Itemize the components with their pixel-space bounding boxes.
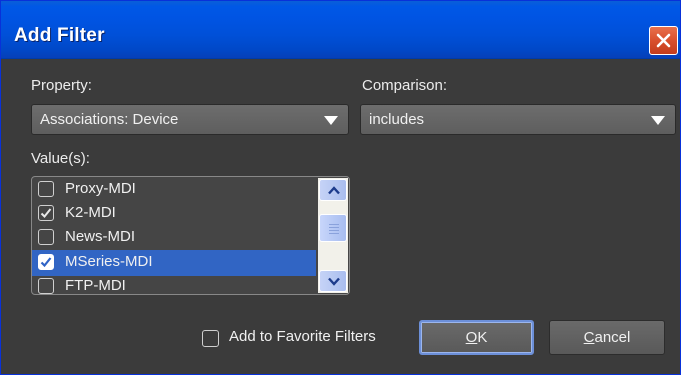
cancel-button[interactable]: Cancel (549, 320, 665, 355)
ok-mnemonic: O (465, 329, 478, 346)
comparison-label: Comparison: (362, 77, 448, 94)
add-filter-dialog: Add Filter Property: Associations: Devic… (0, 0, 681, 375)
scroll-down-button[interactable] (319, 270, 347, 292)
dialog-title: Add Filter (14, 25, 105, 46)
checkbox[interactable] (38, 229, 54, 245)
checkmark-icon (40, 208, 52, 218)
comparison-value: includes (369, 111, 425, 128)
values-label: Value(s): (31, 150, 90, 167)
checkbox[interactable] (38, 181, 54, 197)
list-item-label: Proxy-MDI (65, 180, 136, 197)
list-item[interactable]: News-MDI (32, 225, 316, 251)
property-label: Property: (31, 77, 92, 94)
list-item-label: FTP-MDI (65, 277, 126, 294)
scroll-thumb[interactable] (319, 214, 347, 242)
chevron-up-icon (328, 186, 340, 195)
list-item[interactable]: MSeries-MDI (32, 250, 316, 276)
property-value: Associations: Device (40, 111, 179, 128)
list-scrollbar[interactable] (318, 178, 348, 293)
chevron-down-icon (324, 116, 338, 125)
checkbox[interactable] (38, 205, 54, 221)
list-item-label: News-MDI (65, 228, 135, 245)
close-icon (656, 33, 671, 48)
chevron-down-icon (651, 116, 665, 125)
favorite-label: Add to Favorite Filters (229, 328, 376, 345)
scroll-up-button[interactable] (319, 179, 347, 201)
cancel-label-rest: ancel (594, 329, 631, 346)
title-bar: Add Filter (1, 1, 680, 59)
comparison-dropdown[interactable]: includes (360, 104, 676, 135)
chevron-down-icon (328, 277, 340, 286)
values-listbox[interactable]: Proxy-MDI K2-MDI News-MDI MSeries-MDI FT… (31, 176, 350, 295)
checkbox[interactable] (38, 254, 54, 270)
close-button[interactable] (649, 26, 678, 55)
cancel-mnemonic: C (583, 329, 595, 346)
list-item-label: K2-MDI (65, 204, 116, 221)
ok-label-rest: K (477, 329, 488, 346)
property-dropdown[interactable]: Associations: Device (31, 104, 349, 135)
list-item[interactable]: FTP-MDI (32, 274, 316, 294)
list-item-label: MSeries-MDI (65, 253, 153, 270)
list-item[interactable]: K2-MDI (32, 201, 316, 227)
list-item[interactable]: Proxy-MDI (32, 177, 316, 203)
checkbox[interactable] (38, 278, 54, 294)
ok-button[interactable]: OK (419, 320, 534, 355)
checkmark-icon (40, 257, 52, 268)
favorite-checkbox[interactable] (202, 330, 219, 347)
